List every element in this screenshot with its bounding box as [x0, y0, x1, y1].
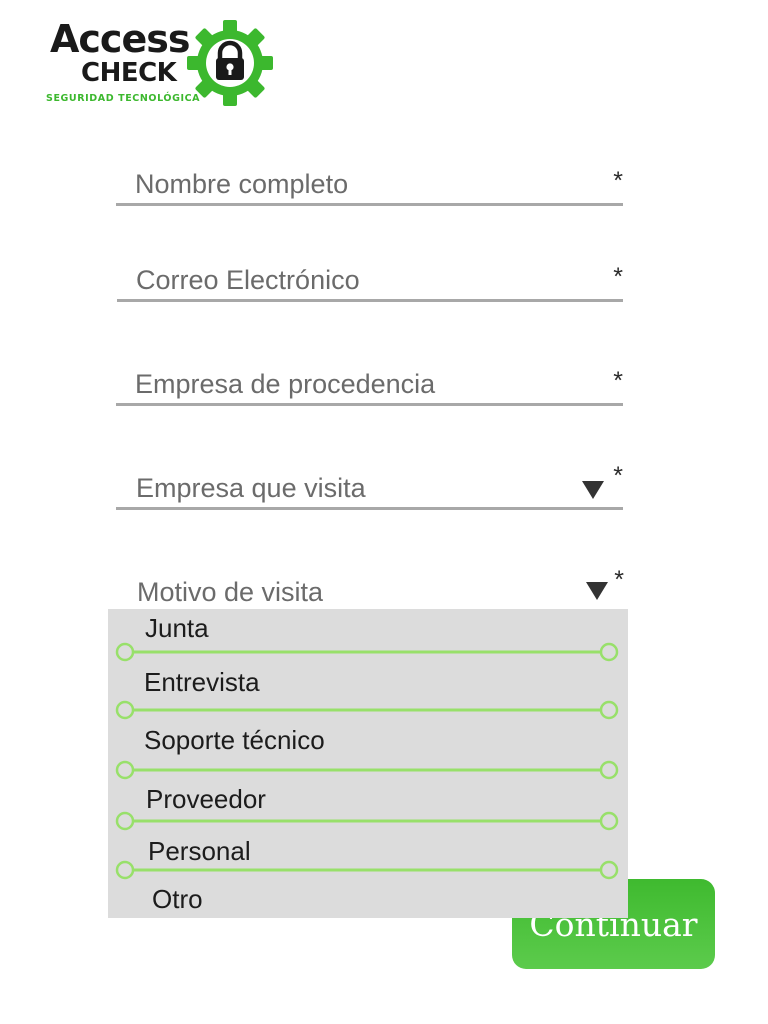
field-underline	[117, 299, 623, 302]
visit-reason-placeholder: Motivo de visita	[137, 577, 324, 607]
option-separator	[115, 860, 619, 880]
email-placeholder: Correo Electrónico	[136, 265, 360, 295]
option-label: Junta	[145, 613, 209, 643]
origin-company-placeholder: Empresa de procedencia	[135, 369, 436, 399]
caret-down-icon	[582, 481, 604, 499]
required-marker: *	[614, 566, 624, 594]
option-separator	[115, 700, 619, 720]
option-label: Soporte técnico	[144, 725, 325, 755]
logo-word-check: CHECK	[81, 58, 177, 88]
visited-company-select[interactable]: Empresa que visita *	[116, 450, 623, 510]
field-underline	[116, 507, 623, 510]
option-otro[interactable]: Otro	[108, 879, 628, 919]
required-marker: *	[613, 462, 623, 490]
option-separator	[115, 760, 619, 780]
required-marker: *	[613, 167, 623, 195]
logo-word-access: Access	[50, 17, 190, 61]
logo-tagline: SEGURIDAD TECNOLÓGICA	[46, 93, 201, 104]
email-field[interactable]: Correo Electrónico *	[117, 242, 623, 302]
option-soporte-tecnico[interactable]: Soporte técnico	[108, 719, 628, 759]
field-underline	[116, 203, 623, 206]
full-name-field[interactable]: Nombre completo *	[116, 146, 623, 206]
option-label: Entrevista	[144, 667, 260, 697]
option-separator	[115, 811, 619, 831]
option-separator	[115, 642, 619, 662]
option-entrevista[interactable]: Entrevista	[108, 661, 628, 701]
access-check-logo: Access CHECK SEGURIDAD TECNOLÓGICA	[44, 16, 284, 108]
origin-company-field[interactable]: Empresa de procedencia *	[116, 346, 623, 406]
gear-lock-icon	[187, 20, 273, 106]
field-underline	[116, 403, 623, 406]
visit-reason-dropdown: Junta Entrevista Soporte técnico Proveed…	[108, 609, 628, 918]
caret-down-icon	[586, 582, 608, 600]
required-marker: *	[613, 263, 623, 291]
visited-company-placeholder: Empresa que visita	[136, 473, 366, 503]
required-marker: *	[613, 367, 623, 395]
full-name-placeholder: Nombre completo	[135, 169, 349, 199]
visit-reason-select[interactable]: Motivo de visita *	[116, 560, 628, 610]
option-label: Otro	[152, 884, 203, 914]
